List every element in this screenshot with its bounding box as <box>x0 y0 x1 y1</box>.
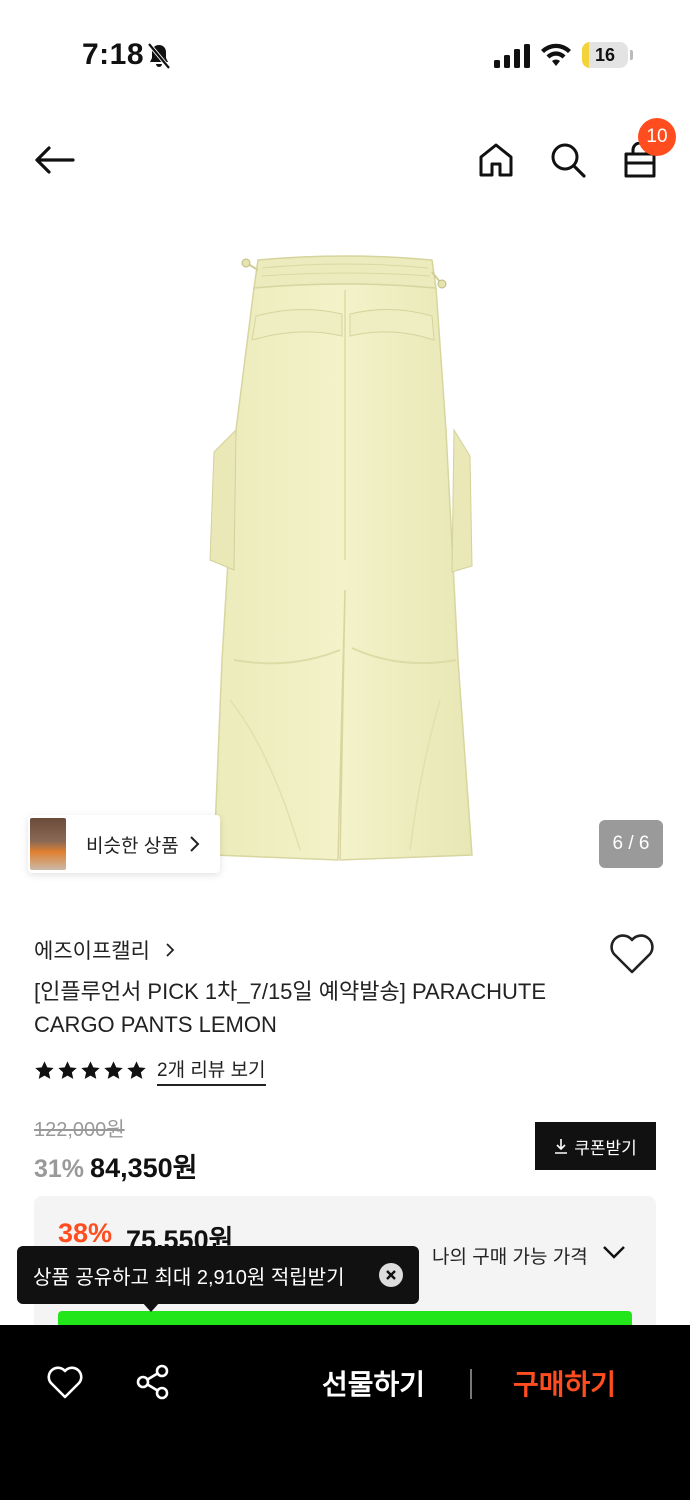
pants-illustration <box>209 255 473 861</box>
similar-product-thumbnail <box>30 818 66 870</box>
battery-level: 16 <box>594 45 616 65</box>
discount-rate: 31% <box>34 1155 85 1183</box>
star-icon <box>58 1061 77 1079</box>
chevron-down-icon <box>603 1246 625 1259</box>
original-price: 122,000원 <box>34 1119 125 1141</box>
product-image[interactable] <box>0 230 690 890</box>
star-icon <box>81 1061 100 1079</box>
coupon-button[interactable]: 쿠폰받기 <box>535 1122 656 1170</box>
coupon-label: 쿠폰받기 <box>574 1138 637 1158</box>
chevron-right-icon <box>166 943 175 957</box>
sale-price: 84,350원 <box>90 1153 198 1183</box>
similar-products-label: 비슷한 상품 <box>86 835 179 857</box>
star-icon <box>35 1061 54 1079</box>
bell-off-icon <box>147 42 171 70</box>
share-icon[interactable] <box>134 1363 172 1401</box>
tooltip-text: 상품 공유하고 최대 2,910원 적립받기 <box>33 1266 345 1289</box>
image-page-indicator: 6 / 6 <box>599 820 663 868</box>
star-icon <box>104 1061 123 1079</box>
wishlist-heart-icon[interactable] <box>608 932 656 976</box>
product-title: [인플루언서 PICK 1차_7/15일 예약발송] PARACHUTE CAR… <box>34 979 547 1037</box>
close-icon[interactable] <box>379 1263 403 1287</box>
brand-link[interactable]: 에즈이프캘리 <box>34 935 176 965</box>
signal-icon <box>494 44 530 68</box>
divider <box>470 1369 472 1399</box>
search-icon <box>551 143 586 178</box>
download-icon <box>555 1139 568 1154</box>
star-icon <box>127 1061 146 1079</box>
gift-button[interactable]: 선물하기 <box>322 1363 425 1403</box>
search-button[interactable] <box>540 132 596 188</box>
buy-button[interactable]: 구매하기 <box>513 1363 616 1403</box>
home-icon <box>479 143 513 177</box>
heart-icon[interactable] <box>46 1365 84 1401</box>
back-arrow-icon <box>35 146 75 174</box>
tooltip-arrow <box>142 1302 160 1312</box>
my-discount-rate: 38% <box>58 1218 113 1248</box>
similar-products-button[interactable]: 비슷한 상품 <box>28 815 220 873</box>
share-reward-tooltip: 상품 공유하고 최대 2,910원 적립받기 <box>17 1246 419 1304</box>
battery-nub <box>630 50 633 60</box>
top-nav <box>0 120 690 200</box>
cart-count-badge: 10 <box>638 118 676 156</box>
battery-indicator: 16 <box>582 42 628 68</box>
home-button[interactable] <box>468 132 524 188</box>
wifi-icon <box>541 43 571 66</box>
my-price-label: 나의 구매 가능 가격 <box>432 1247 588 1268</box>
status-time: 7:18 <box>82 38 145 71</box>
status-bar: 7:18 16 <box>0 0 690 110</box>
bottom-action-bar: 선물하기 구매하기 <box>0 1325 690 1500</box>
price-row: 31% 84,350원 <box>34 1146 197 1185</box>
review-link[interactable]: 2개 리뷰 보기 <box>157 1055 266 1086</box>
back-button[interactable] <box>26 132 82 188</box>
brand-name: 에즈이프캘리 <box>34 940 150 963</box>
chevron-right-icon <box>189 836 200 852</box>
rating-row: 2개 리뷰 보기 <box>34 1055 266 1086</box>
